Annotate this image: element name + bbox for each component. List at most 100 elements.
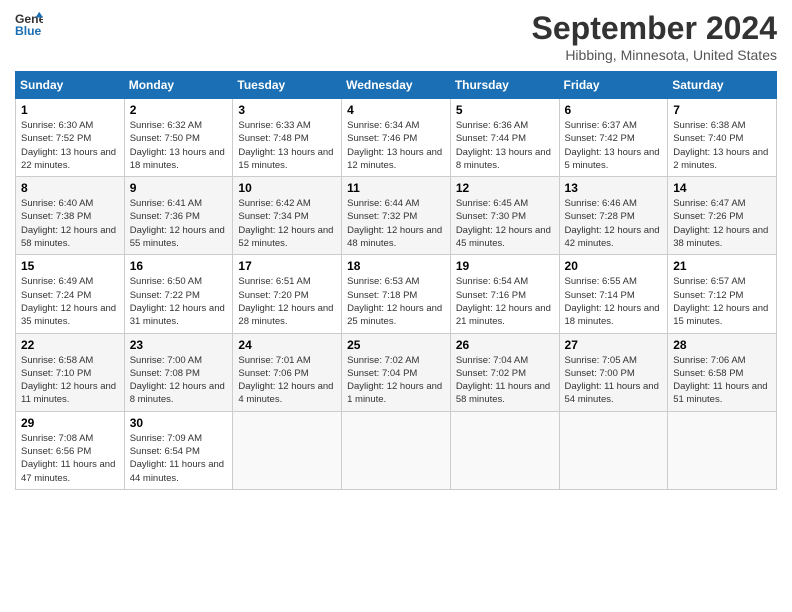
calendar-cell: 30 Sunrise: 7:09 AM Sunset: 6:54 PM Dayl… bbox=[124, 411, 233, 489]
day-number: 1 bbox=[21, 103, 119, 117]
day-number: 29 bbox=[21, 416, 119, 430]
day-number: 30 bbox=[130, 416, 228, 430]
day-number: 2 bbox=[130, 103, 228, 117]
day-info: Sunrise: 6:33 AM Sunset: 7:48 PM Dayligh… bbox=[238, 119, 336, 172]
day-info: Sunrise: 6:45 AM Sunset: 7:30 PM Dayligh… bbox=[456, 197, 554, 250]
calendar-table: SundayMondayTuesdayWednesdayThursdayFrid… bbox=[15, 71, 777, 490]
calendar-week-row: 22 Sunrise: 6:58 AM Sunset: 7:10 PM Dayl… bbox=[16, 333, 777, 411]
day-info: Sunrise: 6:55 AM Sunset: 7:14 PM Dayligh… bbox=[565, 275, 663, 328]
day-number: 13 bbox=[565, 181, 663, 195]
day-info: Sunrise: 6:32 AM Sunset: 7:50 PM Dayligh… bbox=[130, 119, 228, 172]
header: General Blue September 2024 Hibbing, Min… bbox=[15, 10, 777, 63]
calendar-cell: 21 Sunrise: 6:57 AM Sunset: 7:12 PM Dayl… bbox=[668, 255, 777, 333]
day-number: 19 bbox=[456, 259, 554, 273]
month-title: September 2024 bbox=[532, 10, 777, 47]
calendar-week-row: 15 Sunrise: 6:49 AM Sunset: 7:24 PM Dayl… bbox=[16, 255, 777, 333]
day-number: 6 bbox=[565, 103, 663, 117]
day-info: Sunrise: 7:01 AM Sunset: 7:06 PM Dayligh… bbox=[238, 354, 336, 407]
calendar-cell: 1 Sunrise: 6:30 AM Sunset: 7:52 PM Dayli… bbox=[16, 99, 125, 177]
day-info: Sunrise: 7:05 AM Sunset: 7:00 PM Dayligh… bbox=[565, 354, 663, 407]
day-number: 22 bbox=[21, 338, 119, 352]
day-info: Sunrise: 6:34 AM Sunset: 7:46 PM Dayligh… bbox=[347, 119, 445, 172]
weekday-header-sunday: Sunday bbox=[16, 72, 125, 99]
day-info: Sunrise: 6:54 AM Sunset: 7:16 PM Dayligh… bbox=[456, 275, 554, 328]
calendar-week-row: 1 Sunrise: 6:30 AM Sunset: 7:52 PM Dayli… bbox=[16, 99, 777, 177]
calendar-cell: 14 Sunrise: 6:47 AM Sunset: 7:26 PM Dayl… bbox=[668, 177, 777, 255]
day-number: 8 bbox=[21, 181, 119, 195]
day-info: Sunrise: 6:40 AM Sunset: 7:38 PM Dayligh… bbox=[21, 197, 119, 250]
weekday-header-saturday: Saturday bbox=[668, 72, 777, 99]
day-number: 17 bbox=[238, 259, 336, 273]
calendar-cell: 8 Sunrise: 6:40 AM Sunset: 7:38 PM Dayli… bbox=[16, 177, 125, 255]
day-info: Sunrise: 6:36 AM Sunset: 7:44 PM Dayligh… bbox=[456, 119, 554, 172]
day-info: Sunrise: 7:09 AM Sunset: 6:54 PM Dayligh… bbox=[130, 432, 228, 485]
day-info: Sunrise: 6:38 AM Sunset: 7:40 PM Dayligh… bbox=[673, 119, 771, 172]
day-info: Sunrise: 7:00 AM Sunset: 7:08 PM Dayligh… bbox=[130, 354, 228, 407]
day-info: Sunrise: 6:50 AM Sunset: 7:22 PM Dayligh… bbox=[130, 275, 228, 328]
day-info: Sunrise: 7:06 AM Sunset: 6:58 PM Dayligh… bbox=[673, 354, 771, 407]
day-number: 21 bbox=[673, 259, 771, 273]
svg-text:Blue: Blue bbox=[15, 24, 42, 38]
calendar-cell: 4 Sunrise: 6:34 AM Sunset: 7:46 PM Dayli… bbox=[342, 99, 451, 177]
day-number: 27 bbox=[565, 338, 663, 352]
day-info: Sunrise: 7:04 AM Sunset: 7:02 PM Dayligh… bbox=[456, 354, 554, 407]
day-info: Sunrise: 6:47 AM Sunset: 7:26 PM Dayligh… bbox=[673, 197, 771, 250]
day-info: Sunrise: 6:49 AM Sunset: 7:24 PM Dayligh… bbox=[21, 275, 119, 328]
day-info: Sunrise: 7:02 AM Sunset: 7:04 PM Dayligh… bbox=[347, 354, 445, 407]
calendar-cell: 2 Sunrise: 6:32 AM Sunset: 7:50 PM Dayli… bbox=[124, 99, 233, 177]
calendar-cell: 18 Sunrise: 6:53 AM Sunset: 7:18 PM Dayl… bbox=[342, 255, 451, 333]
weekday-header-row: SundayMondayTuesdayWednesdayThursdayFrid… bbox=[16, 72, 777, 99]
calendar-cell: 23 Sunrise: 7:00 AM Sunset: 7:08 PM Dayl… bbox=[124, 333, 233, 411]
day-info: Sunrise: 6:42 AM Sunset: 7:34 PM Dayligh… bbox=[238, 197, 336, 250]
calendar-cell: 25 Sunrise: 7:02 AM Sunset: 7:04 PM Dayl… bbox=[342, 333, 451, 411]
day-info: Sunrise: 6:44 AM Sunset: 7:32 PM Dayligh… bbox=[347, 197, 445, 250]
calendar-cell: 5 Sunrise: 6:36 AM Sunset: 7:44 PM Dayli… bbox=[450, 99, 559, 177]
weekday-header-thursday: Thursday bbox=[450, 72, 559, 99]
day-info: Sunrise: 6:30 AM Sunset: 7:52 PM Dayligh… bbox=[21, 119, 119, 172]
calendar-cell: 22 Sunrise: 6:58 AM Sunset: 7:10 PM Dayl… bbox=[16, 333, 125, 411]
day-number: 9 bbox=[130, 181, 228, 195]
day-info: Sunrise: 6:53 AM Sunset: 7:18 PM Dayligh… bbox=[347, 275, 445, 328]
calendar-cell bbox=[342, 411, 451, 489]
calendar-cell: 27 Sunrise: 7:05 AM Sunset: 7:00 PM Dayl… bbox=[559, 333, 668, 411]
day-info: Sunrise: 6:41 AM Sunset: 7:36 PM Dayligh… bbox=[130, 197, 228, 250]
calendar-cell bbox=[668, 411, 777, 489]
location-title: Hibbing, Minnesota, United States bbox=[532, 47, 777, 63]
day-info: Sunrise: 6:46 AM Sunset: 7:28 PM Dayligh… bbox=[565, 197, 663, 250]
day-number: 26 bbox=[456, 338, 554, 352]
calendar-cell: 11 Sunrise: 6:44 AM Sunset: 7:32 PM Dayl… bbox=[342, 177, 451, 255]
calendar-cell: 13 Sunrise: 6:46 AM Sunset: 7:28 PM Dayl… bbox=[559, 177, 668, 255]
calendar-cell: 16 Sunrise: 6:50 AM Sunset: 7:22 PM Dayl… bbox=[124, 255, 233, 333]
calendar-cell: 24 Sunrise: 7:01 AM Sunset: 7:06 PM Dayl… bbox=[233, 333, 342, 411]
calendar-week-row: 29 Sunrise: 7:08 AM Sunset: 6:56 PM Dayl… bbox=[16, 411, 777, 489]
title-area: September 2024 Hibbing, Minnesota, Unite… bbox=[532, 10, 777, 63]
day-number: 11 bbox=[347, 181, 445, 195]
calendar-cell: 17 Sunrise: 6:51 AM Sunset: 7:20 PM Dayl… bbox=[233, 255, 342, 333]
calendar-cell bbox=[559, 411, 668, 489]
weekday-header-monday: Monday bbox=[124, 72, 233, 99]
day-number: 16 bbox=[130, 259, 228, 273]
calendar-week-row: 8 Sunrise: 6:40 AM Sunset: 7:38 PM Dayli… bbox=[16, 177, 777, 255]
day-number: 12 bbox=[456, 181, 554, 195]
day-number: 23 bbox=[130, 338, 228, 352]
calendar-cell: 7 Sunrise: 6:38 AM Sunset: 7:40 PM Dayli… bbox=[668, 99, 777, 177]
day-info: Sunrise: 6:37 AM Sunset: 7:42 PM Dayligh… bbox=[565, 119, 663, 172]
calendar-cell: 15 Sunrise: 6:49 AM Sunset: 7:24 PM Dayl… bbox=[16, 255, 125, 333]
calendar-cell bbox=[233, 411, 342, 489]
calendar-cell: 28 Sunrise: 7:06 AM Sunset: 6:58 PM Dayl… bbox=[668, 333, 777, 411]
weekday-header-tuesday: Tuesday bbox=[233, 72, 342, 99]
weekday-header-friday: Friday bbox=[559, 72, 668, 99]
day-number: 25 bbox=[347, 338, 445, 352]
day-number: 14 bbox=[673, 181, 771, 195]
day-number: 15 bbox=[21, 259, 119, 273]
day-number: 3 bbox=[238, 103, 336, 117]
calendar-cell: 12 Sunrise: 6:45 AM Sunset: 7:30 PM Dayl… bbox=[450, 177, 559, 255]
calendar-cell: 9 Sunrise: 6:41 AM Sunset: 7:36 PM Dayli… bbox=[124, 177, 233, 255]
logo-icon: General Blue bbox=[15, 10, 43, 38]
calendar-cell: 19 Sunrise: 6:54 AM Sunset: 7:16 PM Dayl… bbox=[450, 255, 559, 333]
day-number: 4 bbox=[347, 103, 445, 117]
day-number: 24 bbox=[238, 338, 336, 352]
calendar-cell: 29 Sunrise: 7:08 AM Sunset: 6:56 PM Dayl… bbox=[16, 411, 125, 489]
day-number: 10 bbox=[238, 181, 336, 195]
weekday-header-wednesday: Wednesday bbox=[342, 72, 451, 99]
